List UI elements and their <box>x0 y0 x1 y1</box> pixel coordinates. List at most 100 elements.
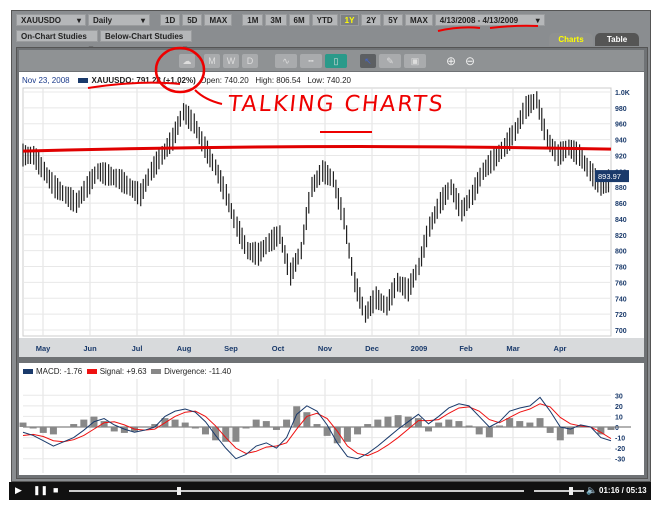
on-chart-studies-dropdown[interactable]: On-Chart Studies <box>16 30 98 42</box>
x-tick-label: Jun <box>83 344 97 353</box>
divergence-bar <box>465 425 473 427</box>
pointer-icon[interactable]: ↖ <box>360 53 376 68</box>
divergence-bar <box>475 427 483 435</box>
annotation-icon[interactable]: ▣ <box>404 53 426 68</box>
divergence-bar <box>283 419 291 427</box>
y-tick-label: 780 <box>615 265 627 272</box>
volume-handle[interactable] <box>569 487 573 495</box>
ohlc-chart-icon[interactable]: ╍ <box>300 53 322 68</box>
x-tick-label: Feb <box>459 344 473 353</box>
y-tick-label: -10 <box>615 436 625 443</box>
symbol-dropdown[interactable]: XAUUSDO <box>16 14 86 26</box>
daily-icon[interactable]: D <box>242 53 258 68</box>
divergence-bar <box>607 427 615 430</box>
divergence-bar <box>272 427 280 430</box>
y-tick-label: 0 <box>615 425 619 432</box>
divergence-bar <box>262 421 270 427</box>
divergence-bar <box>232 427 240 442</box>
zoom-out-icon[interactable]: ⊖ <box>462 54 478 68</box>
zoom-in-icon[interactable]: ⊕ <box>443 54 459 68</box>
draw-tool-icon[interactable]: ✎ <box>379 53 401 68</box>
last-price-label: 893.97 <box>598 172 621 181</box>
tab-charts[interactable]: Charts <box>549 33 593 46</box>
divergence-bar <box>485 427 493 438</box>
seek-handle[interactable] <box>177 487 181 495</box>
divergence-bar <box>191 427 199 429</box>
range-2y-button[interactable]: 2Y <box>361 14 382 26</box>
seek-bar[interactable] <box>69 490 524 492</box>
range-max-long-button[interactable]: MAX <box>405 14 433 26</box>
divergence-bar <box>29 427 37 429</box>
x-tick-label: Dec <box>365 344 379 353</box>
play-icon[interactable]: ▶ <box>15 485 22 496</box>
candle-chart-icon[interactable]: ▯ <box>325 53 347 68</box>
date-range-dropdown[interactable]: 4/13/2008 - 4/13/2009 <box>434 14 545 26</box>
x-tick-label: 2009 <box>411 344 428 353</box>
range-1d-button[interactable]: 1D <box>160 14 181 26</box>
talk-bubble-icon[interactable]: ☁ <box>179 53 195 68</box>
y-tick-label: -20 <box>615 446 625 453</box>
divergence-bar <box>39 427 47 433</box>
range-ytd-button[interactable]: YTD <box>311 14 338 26</box>
stop-icon[interactable]: ■ <box>53 485 58 495</box>
divergence-bar <box>293 406 301 427</box>
divergence-bar <box>80 419 88 427</box>
x-tick-label: Sep <box>224 344 238 353</box>
range-max-button[interactable]: MAX <box>204 14 233 26</box>
divergence-bar <box>536 418 544 427</box>
y-tick-label: 740 <box>615 296 627 303</box>
y-tick-label: 860 <box>615 201 627 208</box>
divergence-bar <box>252 419 260 427</box>
line-chart-icon[interactable]: ∿ <box>275 53 297 68</box>
weekly-icon[interactable]: W <box>223 53 239 68</box>
macd-chart[interactable]: MACD: -1.76 Signal: +9.63 Divergence: -1… <box>19 363 644 475</box>
divergence-bar <box>354 427 362 435</box>
divergence-bar <box>49 427 57 435</box>
x-tick-label: Mar <box>506 344 519 353</box>
divergence-bar <box>425 427 433 432</box>
divergence-bar <box>110 427 118 432</box>
range-6m-button[interactable]: 6M <box>288 14 310 26</box>
volume-icon[interactable]: 🔈 <box>586 485 597 496</box>
divergence-bar <box>343 427 351 442</box>
tab-table[interactable]: Table <box>595 33 639 46</box>
interval-dropdown[interactable]: Daily <box>88 14 150 26</box>
divergence-bar <box>435 422 443 427</box>
divergence-bar <box>19 422 27 427</box>
chart-application: XAUUSDO Daily 1D 5D MAX 1M 3M 6M YTD 1Y … <box>11 10 651 482</box>
range-1y-button[interactable]: 1Y <box>339 14 360 26</box>
playback-time: 01:16 / 05:13 <box>599 486 647 495</box>
divergence-bar <box>181 422 189 427</box>
divergence-bar <box>374 419 382 427</box>
pause-icon[interactable]: ❚❚ <box>33 485 48 496</box>
range-5d-button[interactable]: 5D <box>182 14 203 26</box>
below-chart-studies-dropdown[interactable]: Below-Chart Studies <box>100 30 192 42</box>
plot-border <box>22 87 612 337</box>
divergence-bar <box>506 418 514 427</box>
divergence-bar <box>455 421 463 427</box>
y-tick-label: 800 <box>615 249 627 256</box>
x-tick-label: Oct <box>272 344 285 353</box>
range-3m-button[interactable]: 3M <box>265 14 287 26</box>
x-tick-label: Nov <box>318 344 333 353</box>
range-5y-button[interactable]: 5Y <box>383 14 404 26</box>
video-player-bar: ▶ ❚❚ ■ 🔈 01:16 / 05:13 <box>9 482 651 500</box>
divergence-bar <box>70 424 78 427</box>
range-1m-button[interactable]: 1M <box>242 14 264 26</box>
y-tick-label: 960 <box>615 122 627 129</box>
toolbar-row-2: On-Chart Studies Below-Chart Studies <box>16 30 192 43</box>
divergence-bar <box>384 416 392 427</box>
y-tick-label: 880 <box>615 185 627 192</box>
divergence-bar <box>171 419 179 427</box>
annotation-reference-line <box>22 145 612 153</box>
monthly-icon[interactable]: M <box>204 53 220 68</box>
x-tick-label: Aug <box>177 344 192 353</box>
divergence-bar <box>526 422 534 427</box>
chart-icon-toolbar: ☁ M W D ∿ ╍ ▯ ↖ ✎ ▣ ⊕ ⊖ <box>19 50 644 71</box>
y-tick-label: 720 <box>615 312 627 319</box>
divergence-bar <box>242 427 250 429</box>
volume-slider[interactable] <box>534 490 584 492</box>
divergence-bar <box>556 427 564 441</box>
y-tick-label: 30 <box>615 393 623 400</box>
y-tick-label: 980 <box>615 106 627 113</box>
